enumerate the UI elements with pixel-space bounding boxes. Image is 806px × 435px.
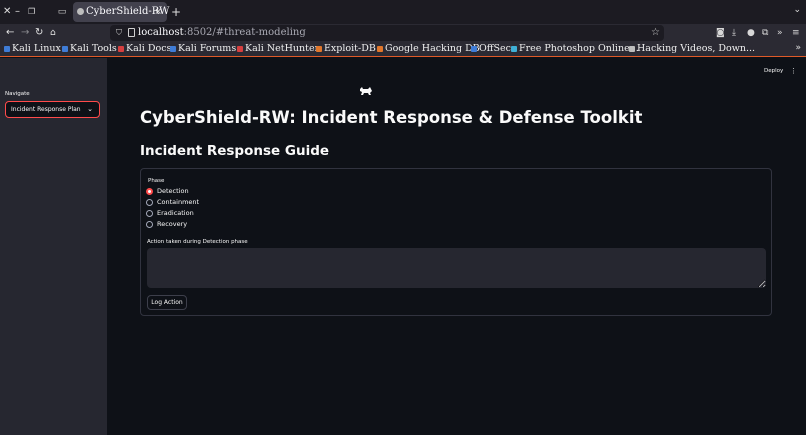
new-tab-icon[interactable]: +	[171, 4, 181, 20]
tab-list-chevron-icon[interactable]: ⌄	[793, 5, 801, 15]
navigate-select-value: Incident Response Plan	[11, 106, 81, 113]
page-title: CyberShield-RW: Incident Response & Defe…	[140, 108, 643, 127]
action-label: Action taken during Detection phase	[147, 239, 248, 245]
radio-eradication[interactable]: Eradication	[146, 209, 266, 219]
sidebar: Navigate Incident Response Plan ⌄	[0, 58, 107, 435]
maximize-window-icon[interactable]: ❐	[28, 5, 35, 19]
radio-eradication-dot[interactable]	[146, 210, 153, 217]
radio-containment-label: Containment	[157, 198, 200, 206]
radio-detection-label: Detection	[157, 187, 189, 195]
log-action-button[interactable]: Log Action	[147, 295, 187, 310]
kali-linux-icon	[4, 45, 10, 52]
bookmark-free-photoshop[interactable]: Free Photoshop Online...	[511, 42, 639, 55]
bookmark-kali-tools[interactable]: Kali Tools	[62, 42, 117, 55]
kali-forums-icon	[170, 45, 176, 52]
bookmarks-overflow-icon[interactable]: »	[795, 42, 801, 55]
bookmark-kali-nethunter[interactable]: Kali NetHunter	[237, 42, 319, 55]
kebab-menu-icon[interactable]: ⋮	[790, 67, 797, 75]
home-icon[interactable]: ⌂	[50, 25, 56, 41]
tab-cybershield[interactable]: CyberShield-RW ×	[73, 2, 169, 22]
browser-tab-bar: ✕ – ❐ ▭ CyberShield-RW × + ⌄	[0, 0, 806, 24]
tab-favicon-icon	[77, 8, 84, 15]
hamburger-menu-icon[interactable]: ≡	[792, 26, 800, 40]
cat-logo-icon	[359, 85, 373, 99]
kali-docs-icon	[118, 45, 124, 52]
pocket-icon[interactable]: ◙	[716, 26, 725, 40]
shield-icon[interactable]: ⛉	[116, 27, 122, 39]
navigate-select[interactable]: Incident Response Plan ⌄	[5, 101, 100, 118]
hacking-videos-icon	[629, 45, 635, 52]
incident-response-form: Phase Detection Containment Eradication …	[140, 168, 772, 316]
section-title: Incident Response Guide	[140, 143, 330, 159]
overflow-menu-icon[interactable]: »	[777, 26, 783, 40]
bookmark-star-icon[interactable]: ☆	[651, 26, 660, 40]
bookmark-kali-linux[interactable]: Kali Linux	[4, 42, 61, 55]
google-hacking-db-icon	[377, 45, 383, 52]
deploy-button[interactable]: Deploy	[764, 68, 783, 74]
forward-icon[interactable]: →	[21, 25, 29, 41]
radio-containment[interactable]: Containment	[146, 198, 266, 208]
radio-recovery[interactable]: Recovery	[146, 220, 266, 230]
minimize-window-icon[interactable]: –	[15, 5, 20, 19]
photoshop-icon	[511, 45, 517, 52]
radio-recovery-label: Recovery	[157, 220, 188, 228]
back-icon[interactable]: ←	[6, 25, 14, 41]
url-text[interactable]: localhost:8502/#threat-modeling	[138, 26, 306, 40]
page-info-icon[interactable]	[128, 28, 135, 37]
url-bar[interactable]: ⛉ localhost:8502/#threat-modeling ☆	[110, 25, 664, 41]
tab-close-icon[interactable]: ×	[154, 5, 162, 19]
bookmark-offsec[interactable]: OffSec	[471, 42, 511, 55]
kali-nethunter-icon	[237, 45, 243, 52]
radio-containment-dot[interactable]	[146, 199, 153, 206]
action-textarea[interactable]	[147, 248, 766, 288]
extensions-icon[interactable]: ⧉	[762, 26, 768, 40]
radio-eradication-label: Eradication	[157, 209, 194, 217]
reload-icon[interactable]: ↻	[35, 25, 43, 41]
exploit-db-icon	[316, 45, 322, 52]
radio-recovery-dot[interactable]	[146, 221, 153, 228]
radio-detection[interactable]: Detection	[146, 187, 266, 197]
bookmarks-bar: Kali Linux Kali Tools Kali Docs Kali For…	[0, 42, 806, 57]
bookmark-hacking-videos[interactable]: Hacking Videos, Down...	[629, 42, 755, 55]
offsec-icon	[471, 45, 477, 52]
downloads-icon[interactable]: ⤓	[732, 26, 736, 40]
bookmark-exploit-db[interactable]: Exploit-DB	[316, 42, 376, 55]
kali-tools-icon	[62, 45, 68, 52]
bookmark-kali-docs[interactable]: Kali Docs	[118, 42, 171, 55]
main-content: Deploy ⋮ CyberShield-RW: Incident Respon…	[107, 58, 806, 435]
tab-overview-icon[interactable]: ▭	[55, 4, 69, 20]
phase-label: Phase	[148, 178, 165, 184]
navigate-label: Navigate	[5, 91, 30, 97]
bookmark-google-hacking-db[interactable]: Google Hacking DB	[377, 42, 480, 55]
bookmark-kali-forums[interactable]: Kali Forums	[170, 42, 236, 55]
account-icon[interactable]: ●	[747, 26, 755, 40]
browser-nav-bar: ← → ↻ ⌂ ⛉ localhost:8502/#threat-modelin…	[0, 24, 806, 42]
radio-detection-dot[interactable]	[146, 188, 153, 195]
chevron-down-icon[interactable]: ⌄	[87, 104, 93, 114]
close-window-icon[interactable]: ✕	[3, 5, 11, 19]
